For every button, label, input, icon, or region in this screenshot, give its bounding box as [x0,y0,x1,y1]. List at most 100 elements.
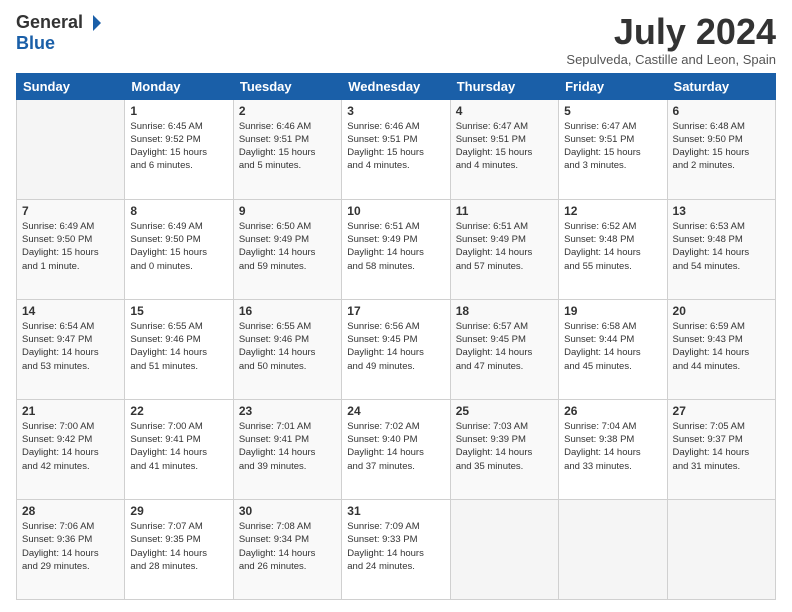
day-info: Sunrise: 7:01 AM Sunset: 9:41 PM Dayligh… [239,420,336,473]
day-number: 23 [239,404,336,418]
calendar-cell: 9 Sunrise: 6:50 AM Sunset: 9:49 PM Daylig… [233,199,341,299]
day-number: 10 [347,204,444,218]
day-number: 13 [673,204,770,218]
calendar-cell: 24 Sunrise: 7:02 AM Sunset: 9:40 PM Dayli… [342,399,450,499]
day-info: Sunrise: 6:59 AM Sunset: 9:43 PM Dayligh… [673,320,770,373]
calendar-table: SundayMondayTuesdayWednesdayThursdayFrid… [16,73,776,600]
logo: General Blue [16,12,102,54]
calendar-header-sunday: Sunday [17,73,125,99]
day-info: Sunrise: 6:46 AM Sunset: 9:51 PM Dayligh… [239,120,336,173]
calendar-cell: 26 Sunrise: 7:04 AM Sunset: 9:38 PM Dayli… [559,399,667,499]
day-number: 21 [22,404,119,418]
day-info: Sunrise: 6:49 AM Sunset: 9:50 PM Dayligh… [130,220,227,273]
day-info: Sunrise: 6:55 AM Sunset: 9:46 PM Dayligh… [130,320,227,373]
calendar-cell [450,499,558,599]
day-number: 4 [456,104,553,118]
calendar-cell: 19 Sunrise: 6:58 AM Sunset: 9:44 PM Dayli… [559,299,667,399]
day-info: Sunrise: 7:08 AM Sunset: 9:34 PM Dayligh… [239,520,336,573]
day-number: 6 [673,104,770,118]
calendar-cell: 1Sunrise: 6:45 AM Sunset: 9:52 PM Daylig… [125,99,233,199]
day-number: 17 [347,304,444,318]
day-info: Sunrise: 7:04 AM Sunset: 9:38 PM Dayligh… [564,420,661,473]
day-number: 16 [239,304,336,318]
header: General Blue July 2024 Sepulveda, Castil… [16,12,776,67]
day-info: Sunrise: 7:07 AM Sunset: 9:35 PM Dayligh… [130,520,227,573]
day-info: Sunrise: 6:47 AM Sunset: 9:51 PM Dayligh… [564,120,661,173]
calendar-cell: 21 Sunrise: 7:00 AM Sunset: 9:42 PM Dayli… [17,399,125,499]
calendar-cell: 20 Sunrise: 6:59 AM Sunset: 9:43 PM Dayli… [667,299,775,399]
calendar-header-monday: Monday [125,73,233,99]
calendar-cell: 25 Sunrise: 7:03 AM Sunset: 9:39 PM Dayli… [450,399,558,499]
day-number: 22 [130,404,227,418]
calendar-header-saturday: Saturday [667,73,775,99]
day-info: Sunrise: 7:05 AM Sunset: 9:37 PM Dayligh… [673,420,770,473]
day-info: Sunrise: 7:09 AM Sunset: 9:33 PM Dayligh… [347,520,444,573]
day-number: 27 [673,404,770,418]
calendar-header-wednesday: Wednesday [342,73,450,99]
calendar-cell: 5 Sunrise: 6:47 AM Sunset: 9:51 PM Daylig… [559,99,667,199]
day-info: Sunrise: 6:57 AM Sunset: 9:45 PM Dayligh… [456,320,553,373]
calendar-cell: 6 Sunrise: 6:48 AM Sunset: 9:50 PM Daylig… [667,99,775,199]
calendar-cell: 28 Sunrise: 7:06 AM Sunset: 9:36 PM Dayli… [17,499,125,599]
calendar-header-tuesday: Tuesday [233,73,341,99]
calendar-cell: 16 Sunrise: 6:55 AM Sunset: 9:46 PM Dayli… [233,299,341,399]
day-number: 2 [239,104,336,118]
day-number: 31 [347,504,444,518]
location-subtitle: Sepulveda, Castille and Leon, Spain [566,52,776,67]
calendar-cell: 22 Sunrise: 7:00 AM Sunset: 9:41 PM Dayli… [125,399,233,499]
calendar-cell: 2 Sunrise: 6:46 AM Sunset: 9:51 PM Daylig… [233,99,341,199]
day-number: 18 [456,304,553,318]
day-info: Sunrise: 6:55 AM Sunset: 9:46 PM Dayligh… [239,320,336,373]
calendar-cell: 14Sunrise: 6:54 AM Sunset: 9:47 PM Dayli… [17,299,125,399]
day-number: 7 [22,204,119,218]
day-info: Sunrise: 6:46 AM Sunset: 9:51 PM Dayligh… [347,120,444,173]
day-number: 19 [564,304,661,318]
calendar-cell: 27 Sunrise: 7:05 AM Sunset: 9:37 PM Dayli… [667,399,775,499]
day-info: Sunrise: 6:58 AM Sunset: 9:44 PM Dayligh… [564,320,661,373]
day-number: 14 [22,304,119,318]
calendar-header-friday: Friday [559,73,667,99]
day-number: 25 [456,404,553,418]
day-info: Sunrise: 6:49 AM Sunset: 9:50 PM Dayligh… [22,220,119,273]
calendar-cell: 12 Sunrise: 6:52 AM Sunset: 9:48 PM Dayli… [559,199,667,299]
day-info: Sunrise: 7:00 AM Sunset: 9:41 PM Dayligh… [130,420,227,473]
calendar-cell: 23 Sunrise: 7:01 AM Sunset: 9:41 PM Dayli… [233,399,341,499]
day-number: 5 [564,104,661,118]
day-number: 1 [130,104,227,118]
month-title: July 2024 [566,12,776,52]
day-number: 3 [347,104,444,118]
day-info: Sunrise: 7:00 AM Sunset: 9:42 PM Dayligh… [22,420,119,473]
day-number: 28 [22,504,119,518]
calendar-cell [17,99,125,199]
day-number: 26 [564,404,661,418]
day-info: Sunrise: 6:47 AM Sunset: 9:51 PM Dayligh… [456,120,553,173]
title-section: July 2024 Sepulveda, Castille and Leon, … [566,12,776,67]
logo-blue-text: Blue [16,33,55,54]
day-info: Sunrise: 6:51 AM Sunset: 9:49 PM Dayligh… [347,220,444,273]
day-number: 20 [673,304,770,318]
day-number: 12 [564,204,661,218]
calendar-cell: 17Sunrise: 6:56 AM Sunset: 9:45 PM Dayli… [342,299,450,399]
calendar-cell: 13 Sunrise: 6:53 AM Sunset: 9:48 PM Dayli… [667,199,775,299]
calendar-cell: 31 Sunrise: 7:09 AM Sunset: 9:33 PM Dayli… [342,499,450,599]
calendar-header-thursday: Thursday [450,73,558,99]
day-info: Sunrise: 6:52 AM Sunset: 9:48 PM Dayligh… [564,220,661,273]
day-info: Sunrise: 6:50 AM Sunset: 9:49 PM Dayligh… [239,220,336,273]
calendar-cell: 30Sunrise: 7:08 AM Sunset: 9:34 PM Dayli… [233,499,341,599]
day-number: 24 [347,404,444,418]
calendar-cell [667,499,775,599]
day-number: 15 [130,304,227,318]
day-number: 9 [239,204,336,218]
day-info: Sunrise: 6:51 AM Sunset: 9:49 PM Dayligh… [456,220,553,273]
day-info: Sunrise: 7:02 AM Sunset: 9:40 PM Dayligh… [347,420,444,473]
day-info: Sunrise: 7:06 AM Sunset: 9:36 PM Dayligh… [22,520,119,573]
day-number: 11 [456,204,553,218]
calendar-cell: 10 Sunrise: 6:51 AM Sunset: 9:49 PM Dayli… [342,199,450,299]
page: General Blue July 2024 Sepulveda, Castil… [0,0,792,612]
calendar-cell: 18 Sunrise: 6:57 AM Sunset: 9:45 PM Dayli… [450,299,558,399]
day-info: Sunrise: 7:03 AM Sunset: 9:39 PM Dayligh… [456,420,553,473]
day-info: Sunrise: 6:53 AM Sunset: 9:48 PM Dayligh… [673,220,770,273]
day-info: Sunrise: 6:48 AM Sunset: 9:50 PM Dayligh… [673,120,770,173]
calendar-cell: 7 Sunrise: 6:49 AM Sunset: 9:50 PM Daylig… [17,199,125,299]
logo-flag-icon [84,14,102,32]
